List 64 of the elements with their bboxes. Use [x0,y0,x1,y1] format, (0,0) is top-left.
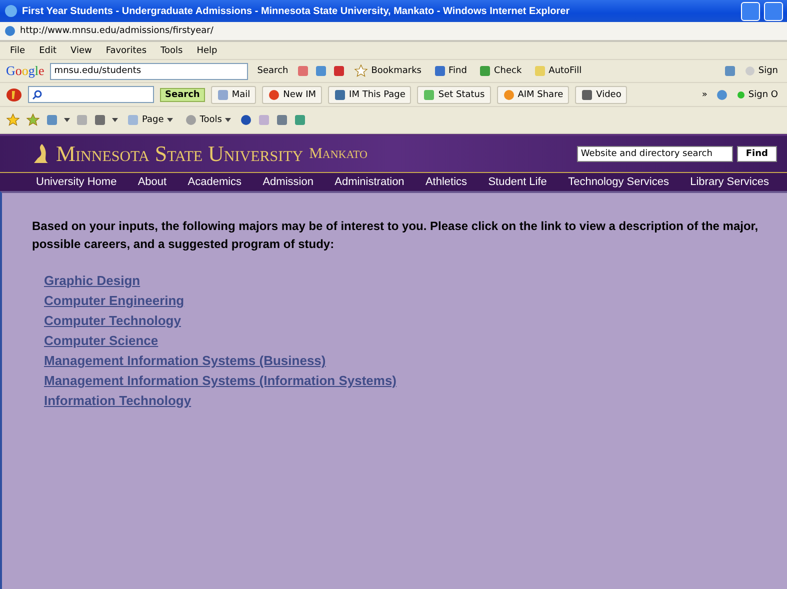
window-title: First Year Students - Undergraduate Admissions - Minnesota State University, Mankato - Windows Internet Explorer [22,6,571,16]
sign-on-button[interactable]: Sign O [734,88,781,100]
intro-text: Based on your inputs, the following majors may be of interest to you. Please click on the link to view a description of the major, possible careers, and a suggested program of study: [32,218,760,253]
menu-item[interactable]: Edit [35,46,60,56]
search-icon [32,90,42,100]
toolbar-button[interactable]: AutoFill [530,64,585,78]
aim-logo-icon [6,88,22,102]
status-dot-icon [737,90,746,98]
minimize-button[interactable] [741,2,760,20]
toolbar-button[interactable]: Set Status [417,86,491,104]
flame-logo-icon [32,143,50,165]
search-value: mnsu.edu/students [54,66,142,76]
nav-link[interactable]: Student Life [488,176,547,188]
nav-link[interactable]: Academics [188,176,242,188]
command-button[interactable]: Page [124,113,176,127]
toolbar-icon [294,114,306,126]
search-button[interactable]: Search [160,88,205,102]
bookmarks-button[interactable]: Bookmarks [351,63,425,79]
nav-link[interactable]: Administration [334,176,404,188]
caret-icon[interactable] [64,118,70,122]
caret-icon[interactable] [166,118,173,122]
address-bar[interactable]: http://www.mnsu.edu/admissions/firstyear/ [0,22,787,42]
toolbar-icon [258,114,270,126]
overflow-button[interactable]: » [698,88,710,100]
menu-item[interactable]: Favorites [102,46,151,56]
toolbar-icon [333,65,346,77]
nav-link[interactable]: About [138,176,167,188]
site-search-field[interactable]: Website and directory search [576,146,733,162]
toolbar-button[interactable]: AIM Share [496,86,570,104]
toolbar-icon [276,114,288,126]
google-logo: Google [6,63,44,79]
nav-link[interactable]: University Home [36,176,117,188]
command-button[interactable]: Tools [182,113,234,127]
toolbar-button[interactable]: Find [430,64,470,78]
nav-link[interactable]: Library Services [690,176,769,188]
site-subtitle: Mankato [309,146,368,162]
menu-item[interactable]: Tools [156,46,187,56]
toolbar-button[interactable]: Mail [210,86,256,104]
caret-icon[interactable] [224,118,231,122]
favorites-star-icon[interactable] [6,113,20,127]
toolbar-button[interactable]: New IM [262,86,322,104]
aim-search-field[interactable] [28,86,154,103]
search-button[interactable]: Search [254,65,292,77]
toolbar-button[interactable]: IM This Page [328,86,412,104]
star-icon[interactable] [354,64,368,78]
address-text: http://www.mnsu.edu/admissions/firstyear/ [20,26,214,36]
caret-icon[interactable] [112,118,118,122]
menu-item[interactable]: View [66,46,96,56]
toolbar-button[interactable]: Check [476,64,525,78]
toolbar-icon [297,65,310,77]
sign-in-button[interactable]: Sign [742,65,781,77]
menu-item[interactable]: Help [192,46,222,56]
menu-item[interactable]: File [6,46,30,56]
nav-link[interactable]: Athletics [425,176,468,188]
site-name: Minnesota State University [56,141,304,167]
browser-icon [4,4,18,18]
search-field[interactable]: mnsu.edu/students [50,62,248,80]
find-button[interactable]: Find [736,146,777,162]
nav-link[interactable]: Technology Services [568,176,669,188]
restore-button[interactable] [764,2,783,20]
toolbar-button[interactable]: Video [575,86,628,104]
add-favorite-icon[interactable] [26,113,40,127]
circle-icon [745,66,756,76]
nav-link[interactable]: Admission [262,176,314,188]
